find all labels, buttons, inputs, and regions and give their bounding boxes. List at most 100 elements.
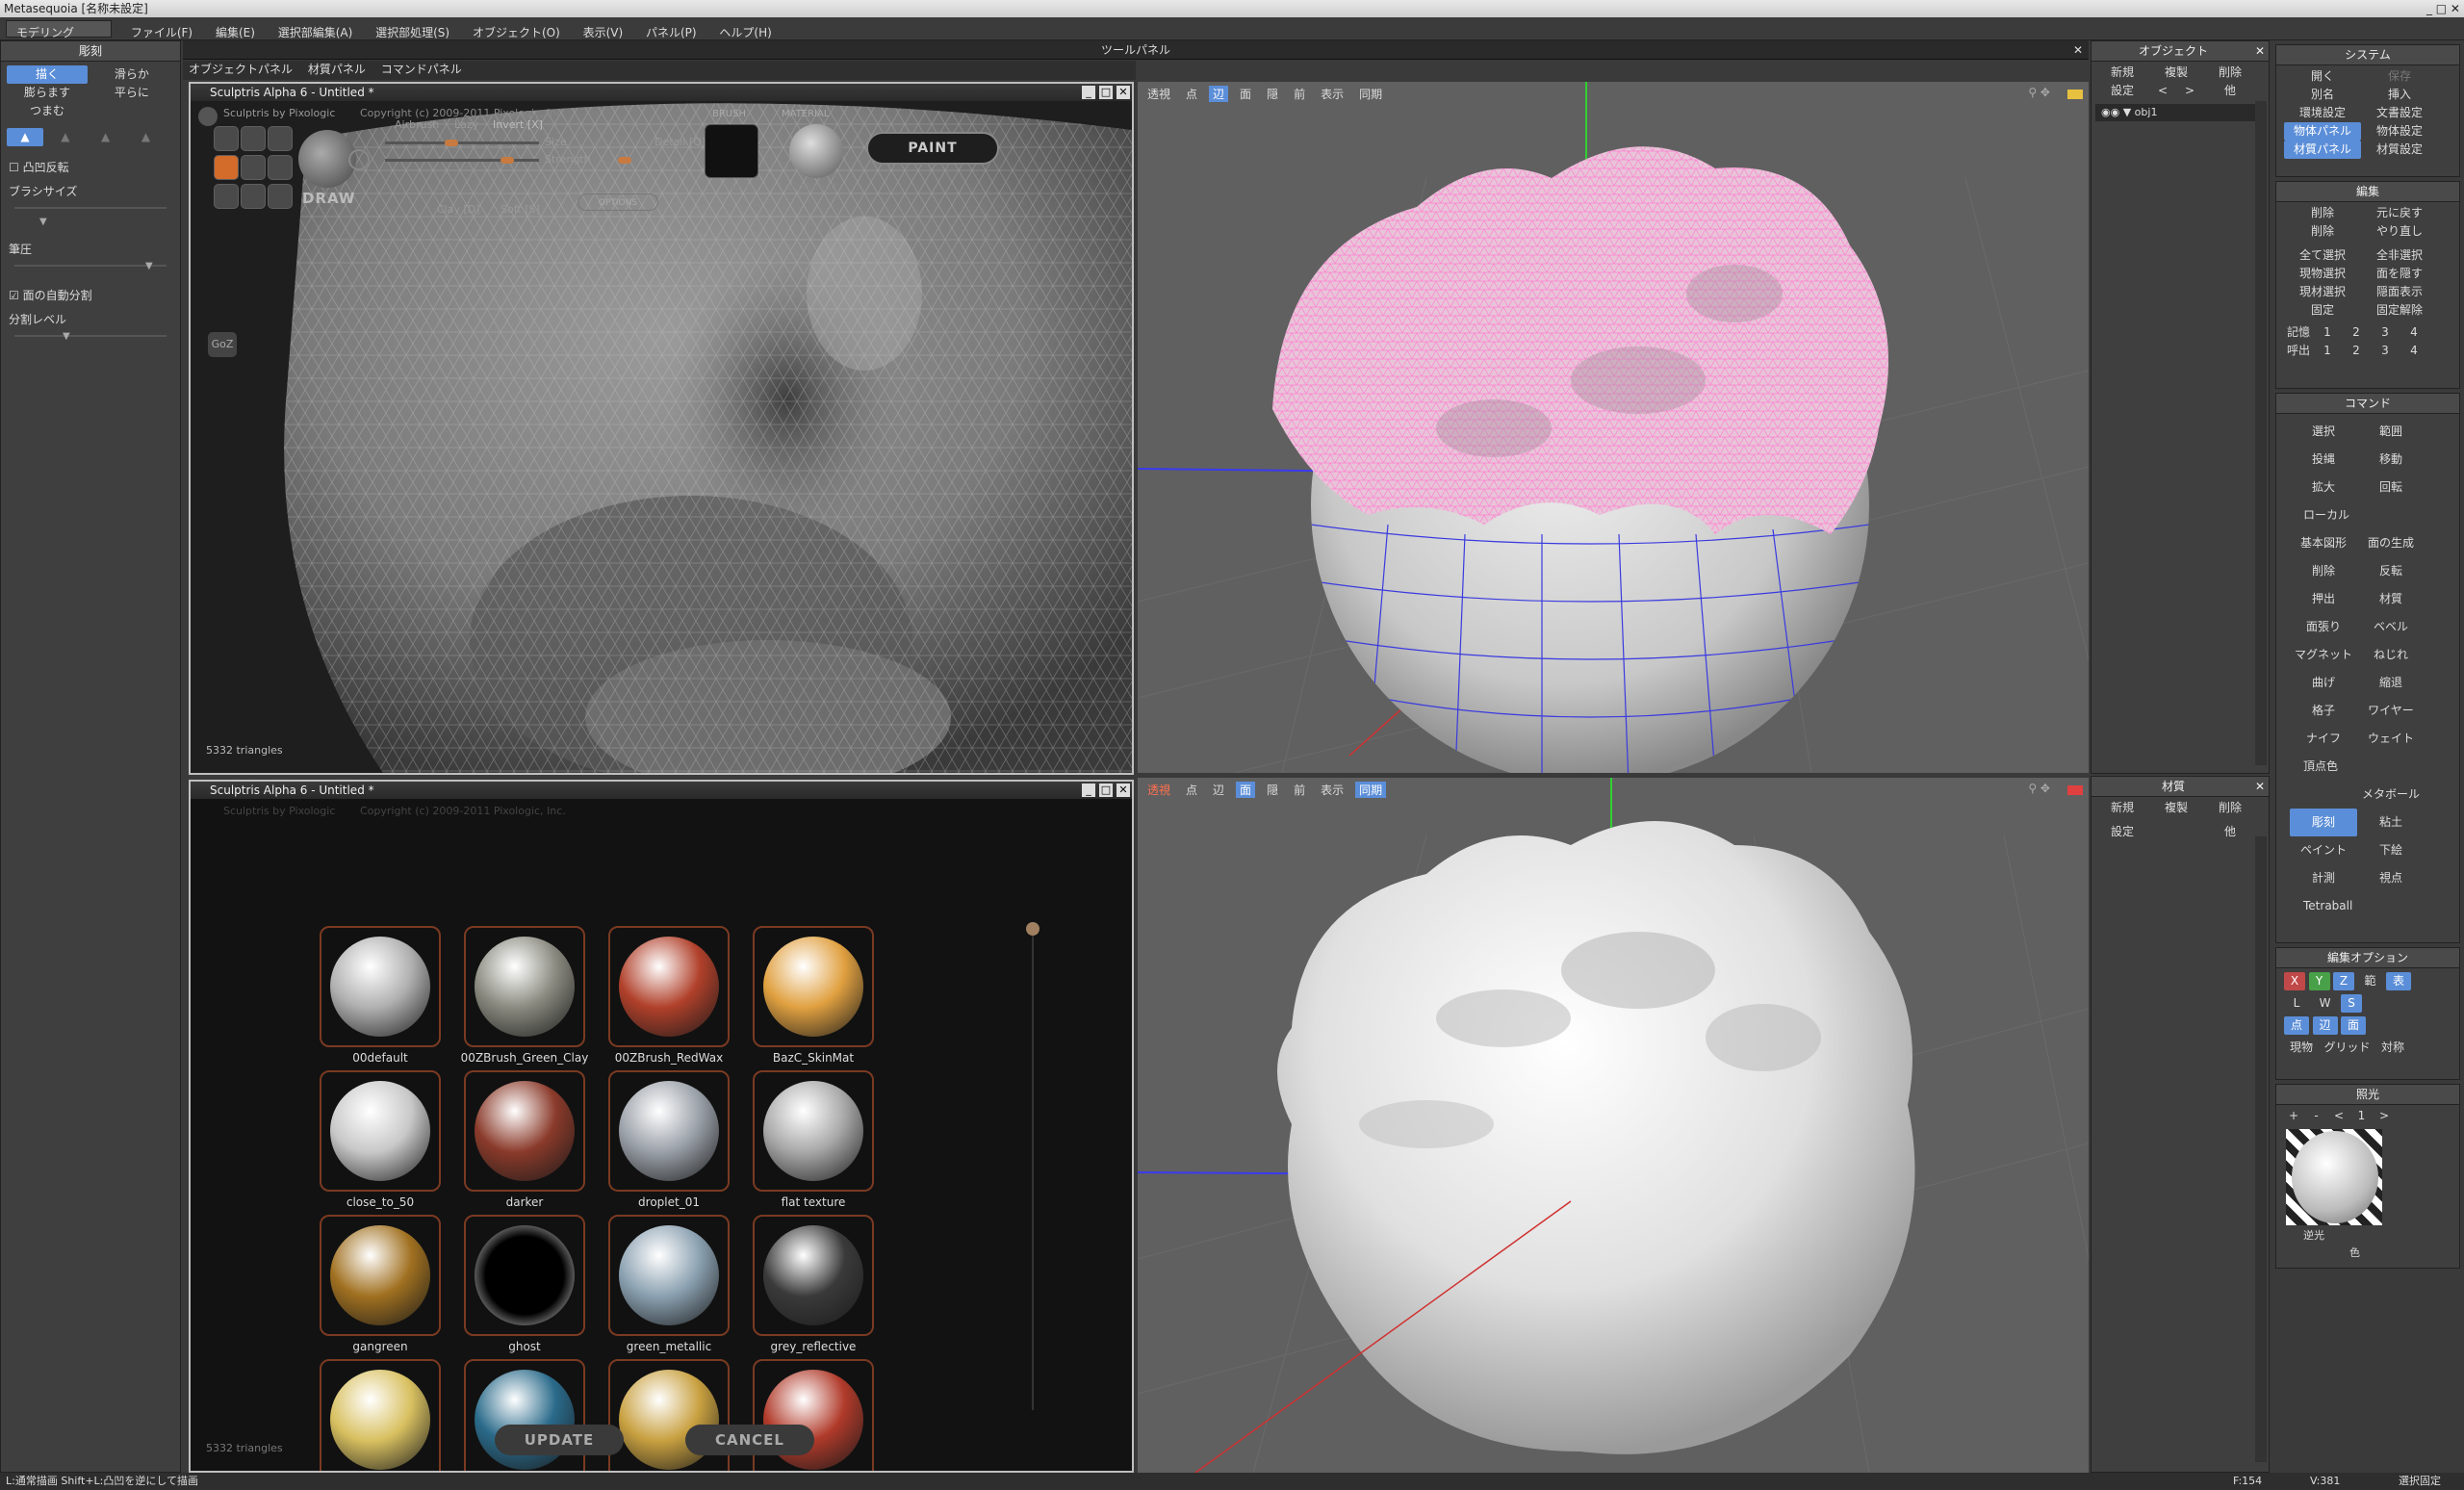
deselect-all-button[interactable]: 全非選択 [2361,246,2438,265]
insert-button[interactable]: 挿入 [2361,86,2438,104]
clay-toggle[interactable]: Clay [D] [437,203,480,216]
material-tile[interactable] [753,1070,874,1192]
brush-size-handle[interactable]: ▼ [1,217,180,227]
new-material-button[interactable]: 新規 [2095,799,2149,817]
command-button[interactable]: ワイヤー [2357,697,2425,725]
brush-shape-3-button[interactable]: ▲ [88,128,124,146]
delete-material-button[interactable]: 削除 [2203,799,2257,817]
object-list-scrollbar[interactable] [2255,101,2267,765]
brush-size-slider[interactable] [14,207,167,209]
material-scroll-handle[interactable] [1026,922,1040,936]
inflate-brush-icon[interactable] [214,184,239,209]
command-button[interactable]: ウェイト [2357,725,2425,753]
recall-slot-2[interactable]: 2 [2342,342,2371,360]
command-button[interactable]: 彫刻 [2290,809,2357,836]
command-button[interactable]: 視点 [2357,864,2425,892]
scale-brush-icon[interactable] [268,126,293,151]
smooth-button[interactable]: 滑らか [91,65,172,84]
eye-icon[interactable]: ◉◉ [2101,106,2119,118]
command-button[interactable]: 計測 [2290,864,2357,892]
smooth-brush-icon[interactable] [268,184,293,209]
command-button[interactable]: メタボール粘土 [2357,781,2425,829]
options-button[interactable]: OPTIONS [578,193,658,211]
grab-brush-icon[interactable] [268,155,293,180]
object-other-button[interactable]: 他 [2203,82,2257,100]
auto-split-checkbox[interactable]: ☑ [9,289,19,302]
select-current-material-button[interactable]: 現材選択 [2284,283,2361,301]
screen-toggle[interactable]: S [2341,994,2362,1013]
tab-object-panel[interactable]: オブジェクトパネル [183,61,298,79]
enable-label[interactable]: Enable [722,182,755,193]
size-slider-handle[interactable] [445,140,458,146]
object-prev-button[interactable]: < [2149,82,2176,100]
command-button[interactable]: Tetraball [2290,892,2425,920]
material-tile[interactable] [320,926,441,1047]
brush-shape-4-button[interactable]: ▲ [127,128,164,146]
edge-mode-toggle[interactable]: 辺 [2312,1016,2338,1035]
command-button[interactable]: 下絵 [2357,836,2425,864]
sculptris-top-canvas[interactable]: DRAW Airbrush Lazy Invert [X] Size Detai… [191,101,1132,773]
material-tile[interactable] [464,1215,585,1336]
select-all-button[interactable]: 全て選択 [2284,246,2361,265]
soft-toggle[interactable]: Soft [S] [500,203,540,216]
paint-button[interactable]: PAINT [866,132,999,165]
command-button[interactable]: 押出 [2290,585,2357,613]
delete-object-button[interactable]: 削除 [2203,64,2257,82]
command-button[interactable]: マグネット [2290,641,2357,669]
maximize-icon[interactable]: □ [1099,784,1113,797]
material-panel-button[interactable]: 材質パネル [2284,141,2361,159]
save-as-button[interactable]: 別名 [2284,86,2361,104]
material-preview[interactable] [789,124,843,178]
recall-slot-1[interactable]: 1 [2313,342,2342,360]
draw-brush-icon[interactable] [214,155,239,180]
command-button[interactable]: 格子 [2290,697,2357,725]
grid-toggle[interactable]: グリッド [2323,1039,2373,1057]
lazy-label[interactable]: Lazy [454,118,478,131]
object-next-button[interactable]: > [2176,82,2203,100]
command-button[interactable]: 面張り [2290,613,2357,641]
material-tile[interactable] [608,1070,730,1192]
duplicate-object-button[interactable]: 複製 [2149,64,2203,82]
environment-settings-button[interactable]: 環境設定 [2284,104,2361,122]
falloff-icon[interactable] [348,149,370,170]
minimize-icon[interactable]: _ [1082,784,1095,797]
vertex-mode-toggle[interactable]: 点 [2284,1016,2309,1035]
object-list-item[interactable]: ◉◉ ▼ obj1 [2095,104,2265,121]
delete-2-button[interactable]: 削除 [2284,222,2361,241]
prev-light-button[interactable]: < [2329,1107,2348,1125]
rotate-brush-icon[interactable] [241,126,266,151]
world-toggle[interactable]: W [2313,994,2338,1013]
material-scrollbar[interactable] [1032,929,1034,1410]
crease-brush-icon[interactable] [214,126,239,151]
axis-y-toggle[interactable]: Y [2308,972,2330,990]
goz-button[interactable]: GoZ [208,332,237,357]
current-object-toggle[interactable]: 現物 [2284,1039,2319,1057]
tab-command-panel[interactable]: コマンドパネル [375,61,468,79]
material-settings-button[interactable]: 材質設定 [2361,141,2438,159]
tab-material-panel[interactable]: 材質パネル [302,61,372,79]
open-button[interactable]: 開く [2284,67,2361,86]
add-light-button[interactable]: + [2284,1107,2303,1125]
material-tile[interactable] [608,926,730,1047]
tool-panel-close-icon[interactable]: ✕ [2073,40,2083,60]
close-icon[interactable]: ✕ [1116,784,1130,797]
show-hidden-button[interactable]: 隠面表示 [2361,283,2438,301]
range-toggle[interactable]: 範 [2358,972,2383,990]
draw-button[interactable]: 描く [7,65,88,84]
detail-slider-handle[interactable] [618,157,631,164]
command-button[interactable]: 削除 [2290,557,2357,585]
redo-button[interactable]: やり直し [2361,222,2438,241]
duplicate-material-button[interactable]: 複製 [2149,799,2203,817]
window-controls[interactable]: _ □ ✕ [2426,0,2460,17]
brush-shape-2-button[interactable]: ▲ [47,128,84,146]
flatten-brush-icon[interactable] [241,155,266,180]
material-tile[interactable] [320,1070,441,1192]
recall-slot-3[interactable]: 3 [2371,342,2400,360]
mode-dropdown[interactable]: モデリング [6,20,112,39]
material-tile[interactable] [753,926,874,1047]
axis-z-toggle[interactable]: Z [2333,972,2354,990]
maximize-icon[interactable]: □ [1099,86,1113,99]
undo-button[interactable]: 元に戻す [2361,204,2438,222]
unlock-button[interactable]: 固定解除 [2361,301,2438,320]
flatten-button[interactable]: 平らに [91,84,172,102]
